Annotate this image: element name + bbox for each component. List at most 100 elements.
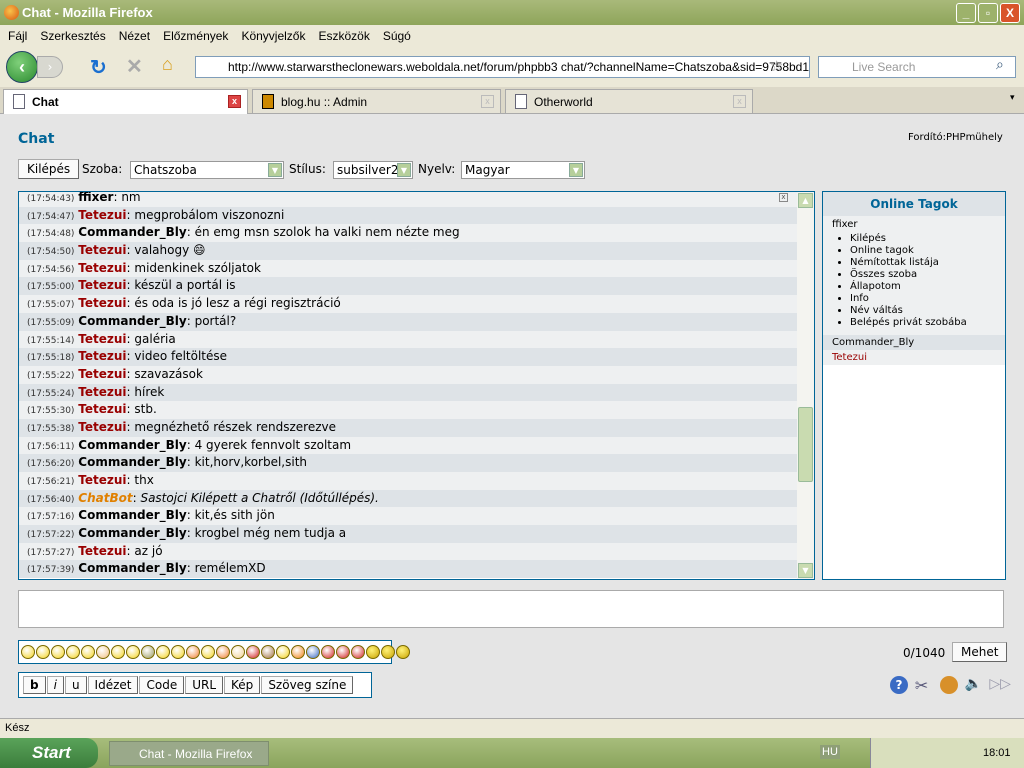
smiley-icon[interactable] [306, 644, 320, 659]
username[interactable]: Commander_Bly [78, 508, 186, 522]
username[interactable]: Tetezui [78, 349, 126, 363]
username[interactable]: Commander_Bly [78, 438, 186, 452]
smiley-icon[interactable] [381, 644, 395, 659]
smiley-icon[interactable] [186, 644, 200, 659]
username[interactable]: Tetezui [78, 385, 126, 399]
close-tab-icon[interactable]: x [228, 95, 241, 108]
close-icon[interactable]: x [779, 193, 788, 202]
username[interactable]: Tetezui [78, 261, 126, 275]
username[interactable]: Tetezui [78, 420, 126, 434]
smiley-icon[interactable] [81, 644, 95, 659]
username[interactable]: Commander_Bly [78, 225, 186, 239]
room-select[interactable]: Chatszoba ▼ [130, 161, 284, 179]
sound-icon[interactable]: 🔈 [964, 676, 982, 694]
username[interactable]: Tetezui [78, 278, 126, 292]
smiley-icon[interactable] [126, 644, 140, 659]
smiley-icon[interactable] [351, 644, 365, 659]
smiley-icon[interactable] [291, 644, 305, 659]
smiley-icon[interactable] [66, 644, 80, 659]
scroll-down-icon[interactable]: ▼ [798, 563, 813, 578]
username[interactable]: ChatBot [78, 491, 132, 505]
bookmark-star-icon[interactable]: ☆ [770, 57, 783, 75]
smiley-icon[interactable] [321, 644, 335, 659]
user-menu-item[interactable]: Online tagok [850, 245, 996, 257]
minimize-button[interactable]: _ [956, 3, 976, 23]
username[interactable]: ffixer [78, 192, 113, 204]
help-icon[interactable]: ? [890, 676, 908, 694]
menu-bookmarks[interactable]: Könyvjelzők [241, 29, 305, 43]
close-tab-icon[interactable]: x [733, 95, 746, 108]
username[interactable]: Tetezui [78, 367, 126, 381]
smiley-icon[interactable] [366, 644, 380, 659]
format-button[interactable]: Code [139, 676, 185, 694]
online-user[interactable]: Commander_Bly [823, 335, 1005, 350]
home-icon[interactable]: ⌂ [162, 54, 173, 75]
taskbar-item-firefox[interactable]: Chat - Mozilla Firefox [109, 741, 269, 766]
smiley-icon[interactable] [51, 644, 65, 659]
close-button[interactable]: X [1000, 3, 1020, 23]
send-button[interactable]: Mehet [952, 642, 1008, 662]
url-input[interactable]: http://www.starwarstheclonewars.weboldal… [195, 56, 810, 78]
maximize-button[interactable]: ▫ [978, 3, 998, 23]
language-indicator[interactable]: HU [820, 745, 840, 759]
menu-edit[interactable]: Szerkesztés [40, 29, 105, 43]
tab-otherworld[interactable]: Otherworld x [505, 89, 753, 113]
user-menu-item[interactable]: Némítottak listája [850, 257, 996, 269]
username[interactable]: Commander_Bly [78, 526, 186, 540]
search-input[interactable]: Live Search [818, 56, 1016, 78]
smiley-icon[interactable] [141, 644, 155, 659]
format-button[interactable]: i [46, 676, 64, 694]
smiley-icon[interactable] [96, 644, 110, 659]
username[interactable]: Commander_Bly [78, 455, 186, 469]
language-select[interactable]: Magyar ▼ [461, 161, 585, 179]
scrollbar[interactable]: ▲ ▼ [797, 192, 814, 579]
user-menu-item[interactable]: Belépés privát szobába [850, 317, 996, 329]
username[interactable]: Tetezui [78, 544, 126, 558]
style-select[interactable]: subsilver2 ▼ [333, 161, 413, 179]
user-menu-item[interactable]: Összes szoba [850, 269, 996, 281]
username[interactable]: Tetezui [78, 473, 126, 487]
smiley-icon[interactable] [216, 644, 230, 659]
menu-history[interactable]: Előzmények [163, 29, 228, 43]
smiley-icon[interactable] [21, 644, 35, 659]
smiley-icon[interactable] [201, 644, 215, 659]
tab-list-icon[interactable]: ▾ [1010, 93, 1015, 103]
autoscroll-icon[interactable]: ▷▷ [989, 676, 1011, 694]
format-button[interactable]: Idézet [87, 676, 139, 694]
smiley-icon[interactable] [336, 644, 350, 659]
format-button[interactable]: b [23, 676, 46, 694]
format-button[interactable]: Kép [224, 676, 261, 694]
username[interactable]: Commander_Bly [78, 314, 186, 328]
menu-help[interactable]: Súgó [383, 29, 411, 43]
username[interactable]: Tetezui [78, 332, 126, 346]
search-icon[interactable]: ⌕ [996, 57, 1004, 73]
username[interactable]: Tetezui [78, 208, 126, 222]
tab-blog[interactable]: blog.hu :: Admin x [252, 89, 501, 113]
smiley-icon[interactable] [36, 644, 50, 659]
format-button[interactable]: Szöveg színe [261, 676, 354, 694]
smiley-icon[interactable] [156, 644, 170, 659]
users-icon[interactable] [939, 676, 958, 694]
forward-button[interactable]: › [37, 56, 63, 78]
smiley-icon[interactable] [246, 644, 260, 659]
smiley-icon[interactable] [111, 644, 125, 659]
smiley-icon[interactable] [171, 644, 185, 659]
user-menu-item[interactable]: Név váltás [850, 305, 996, 317]
format-button[interactable]: u [64, 676, 87, 694]
user-menu-item[interactable]: Állapotom [850, 281, 996, 293]
online-user[interactable]: Tetezui [823, 350, 1005, 365]
username[interactable]: Tetezui [78, 243, 126, 257]
format-button[interactable]: URL [185, 676, 224, 694]
tab-chat[interactable]: Chat x [3, 89, 248, 114]
menu-view[interactable]: Nézet [119, 29, 150, 43]
logout-button[interactable]: Kilépés [18, 159, 80, 179]
smiley-icon[interactable] [231, 644, 245, 659]
user-menu-item[interactable]: Info [850, 293, 996, 305]
scroll-up-icon[interactable]: ▲ [798, 193, 813, 208]
username[interactable]: Tetezui [78, 296, 126, 310]
close-tab-icon[interactable]: x [481, 95, 494, 108]
stop-icon[interactable]: ✕ [126, 54, 143, 79]
back-button[interactable]: ‹ [6, 51, 38, 83]
start-button[interactable]: Start [0, 738, 98, 768]
scroll-thumb[interactable] [798, 407, 813, 482]
